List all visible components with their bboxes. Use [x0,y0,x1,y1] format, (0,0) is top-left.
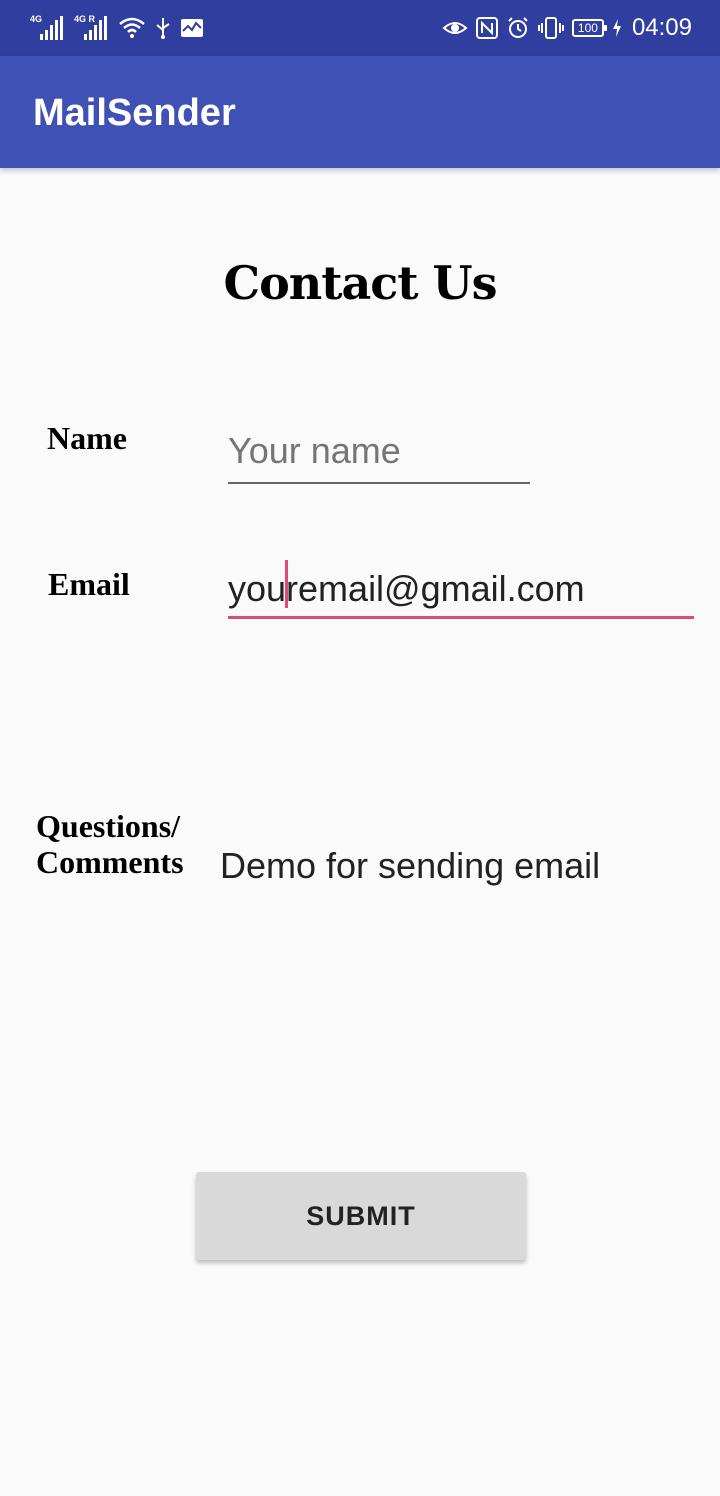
status-time: 04:09 [631,14,692,41]
email-label: Email [48,566,130,602]
vibrate-icon [537,16,564,40]
charging-icon [612,18,622,38]
battery-level: 100 [577,21,598,35]
questions-label-line1: Questions/ [36,808,181,844]
wifi-icon [118,16,146,40]
questions-label-line2: Comments [36,844,184,880]
name-input[interactable] [228,420,530,484]
app-bar: MailSender [0,56,720,168]
nfc-icon [475,17,498,39]
questions-label: Questions/ Comments [36,808,184,880]
signal-icon: 4G [30,14,66,42]
usb-icon [154,16,172,40]
status-right: 100 04:09 [442,14,692,42]
signal-icon-2: 4G R [74,14,110,42]
email-input[interactable] [228,562,694,619]
network-type-1: 4G [30,14,43,24]
activity-icon [180,18,204,38]
status-left: 4G 4G R [30,14,204,42]
battery-icon: 100 [571,19,607,37]
comments-input[interactable] [220,842,680,890]
submit-button[interactable]: SUBMIT [196,1172,526,1260]
name-label: Name [47,420,127,456]
alarm-icon [506,16,530,40]
eye-icon [442,18,468,38]
app-title: MailSender [33,92,236,134]
text-cursor [285,560,288,608]
status-bar: 4G 4G R 100 04:09 [0,0,720,56]
network-type-2: 4G R [74,14,96,24]
page-title: Contact Us [223,256,497,310]
